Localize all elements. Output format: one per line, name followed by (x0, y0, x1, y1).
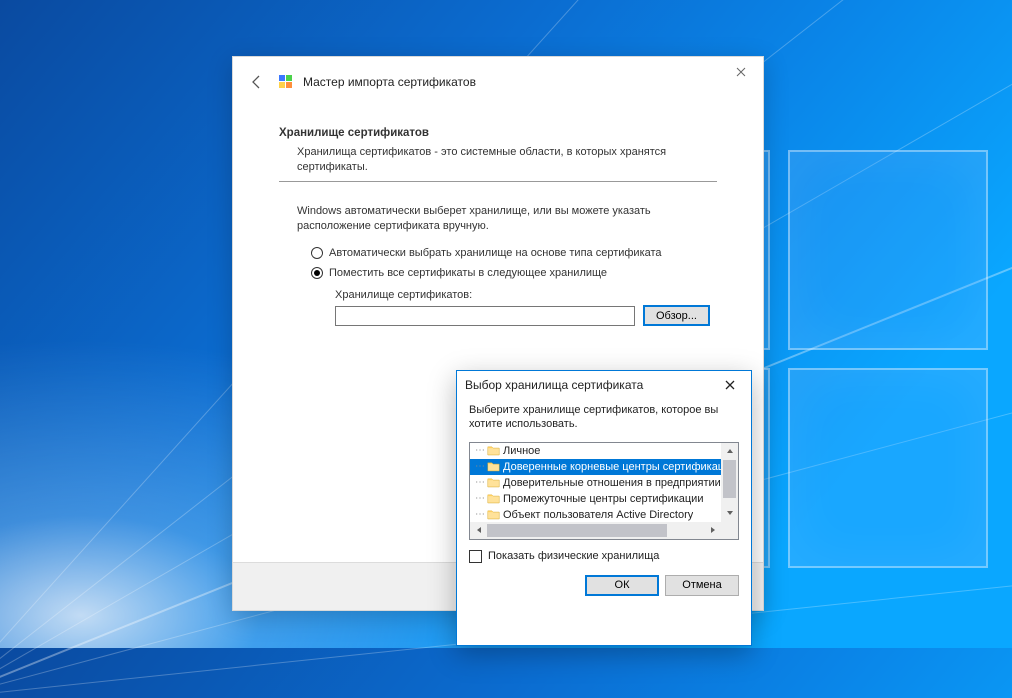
instruction-text: Windows автоматически выберет хранилище,… (279, 204, 717, 234)
folder-icon (487, 477, 500, 488)
scroll-right-icon[interactable] (704, 522, 721, 539)
folder-icon (487, 509, 500, 520)
checkbox-icon (469, 550, 482, 563)
ok-button[interactable]: ОК (585, 575, 659, 596)
tree-item[interactable]: ⋯ Доверительные отношения в предприятии (470, 475, 721, 491)
tree-item-label: Доверительные отношения в предприятии (503, 477, 721, 489)
vertical-scrollbar[interactable] (721, 443, 738, 522)
store-label: Хранилище сертификатов: (335, 289, 717, 301)
scroll-left-icon[interactable] (470, 522, 487, 539)
tree-branch-icon: ⋯ (476, 511, 484, 519)
tree-item[interactable]: ⋯ Личное (470, 443, 721, 459)
certificate-store-tree[interactable]: ⋯ Личное⋯ Доверенные корневые центры сер… (469, 442, 739, 540)
browse-button[interactable]: Обзор... (643, 305, 710, 326)
tree-branch-icon: ⋯ (476, 495, 484, 503)
dialog-cancel-button[interactable]: Отмена (665, 575, 739, 596)
tree-item-label: Промежуточные центры сертификации (503, 493, 703, 505)
wizard-header: Мастер импорта сертификатов (233, 57, 763, 107)
scroll-down-icon[interactable] (721, 505, 738, 522)
close-button[interactable] (729, 63, 753, 81)
shield-icon (277, 73, 295, 91)
dialog-instruction: Выберите хранилище сертификатов, которое… (469, 403, 739, 432)
radio-auto-select[interactable]: Автоматически выбрать хранилище на основ… (311, 247, 717, 259)
radio-manual-label: Поместить все сертификаты в следующее хр… (329, 267, 607, 279)
tree-branch-icon: ⋯ (476, 447, 484, 455)
radio-icon (311, 247, 323, 259)
radio-icon (311, 267, 323, 279)
scroll-up-icon[interactable] (721, 443, 738, 460)
dialog-close-button[interactable] (717, 376, 743, 394)
folder-icon (487, 493, 500, 504)
tree-item[interactable]: ⋯ Промежуточные центры сертификации (470, 491, 721, 507)
show-physical-label: Показать физические хранилища (488, 550, 659, 562)
folder-icon (487, 445, 500, 456)
radio-auto-label: Автоматически выбрать хранилище на основ… (329, 247, 662, 259)
radio-place-all[interactable]: Поместить все сертификаты в следующее хр… (311, 267, 717, 279)
tree-item-label: Объект пользователя Active Directory (503, 509, 693, 521)
tree-item-label: Доверенные корневые центры сертификации (503, 461, 721, 473)
tree-item[interactable]: ⋯ Объект пользователя Active Directory (470, 507, 721, 522)
show-physical-stores-checkbox[interactable]: Показать физические хранилища (469, 550, 739, 563)
wizard-title: Мастер импорта сертификатов (303, 75, 476, 89)
certificate-store-input[interactable] (335, 306, 635, 326)
divider (279, 181, 717, 182)
dialog-title: Выбор хранилища сертификата (465, 378, 643, 392)
tree-item[interactable]: ⋯ Доверенные корневые центры сертификаци… (470, 459, 721, 475)
back-button[interactable] (243, 68, 271, 96)
section-description: Хранилища сертификатов - это системные о… (279, 145, 717, 175)
section-heading: Хранилище сертификатов (279, 127, 717, 139)
tree-branch-icon: ⋯ (476, 463, 484, 471)
horizontal-scrollbar[interactable] (470, 522, 721, 539)
tree-branch-icon: ⋯ (476, 479, 484, 487)
tree-item-label: Личное (503, 445, 540, 457)
folder-icon (487, 461, 500, 472)
select-certificate-store-dialog: Выбор хранилища сертификата Выберите хра… (456, 370, 752, 646)
